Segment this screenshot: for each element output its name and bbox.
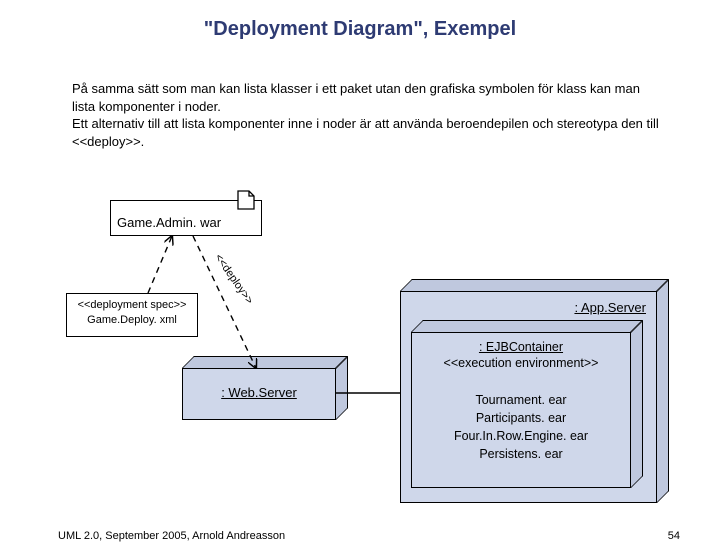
artifact-gameadmin: Game.Admin. war	[110, 200, 262, 236]
artifact-label: Game.Admin. war	[117, 215, 221, 230]
node-appserver: : App.Server : EJBContainer <<execution …	[400, 291, 657, 503]
document-icon	[237, 190, 255, 210]
node-webserver: : Web.Server	[182, 368, 336, 420]
appserver-label: : App.Server	[574, 300, 646, 315]
deployspec-name: Game.Deploy. xml	[67, 313, 197, 328]
ejb-components: Tournament. ear Participants. ear Four.I…	[412, 391, 630, 464]
slide-title: "Deployment Diagram", Exempel	[0, 18, 720, 41]
edge-spec-to-artifact	[148, 236, 172, 293]
deployspec-stereotype: <<deployment spec>>	[67, 298, 197, 313]
ejb-name: : EJBContainer	[479, 340, 563, 354]
ejb-label: : EJBContainer <<execution environment>>	[412, 339, 630, 372]
ear-item: Tournament. ear	[412, 391, 630, 409]
ear-item: Four.In.Row.Engine. ear	[412, 427, 630, 445]
deploy-edge-label: <<deploy>>	[212, 252, 255, 306]
footer-page: 54	[668, 530, 680, 542]
node-ejbcontainer: : EJBContainer <<execution environment>>…	[411, 332, 631, 488]
ejb-stereotype: <<execution environment>>	[444, 356, 599, 370]
ear-item: Persistens. ear	[412, 445, 630, 463]
ear-item: Participants. ear	[412, 409, 630, 427]
paragraph-2: Ett alternativ till att lista komponente…	[72, 116, 659, 149]
deployment-spec: <<deployment spec>> Game.Deploy. xml	[66, 293, 198, 337]
footer-left: UML 2.0, September 2005, Arnold Andreass…	[58, 530, 285, 542]
webserver-label: : Web.Server	[183, 385, 335, 400]
paragraph-1: På samma sätt som man kan lista klasser …	[72, 81, 640, 114]
body-text: På samma sätt som man kan lista klasser …	[72, 80, 662, 150]
